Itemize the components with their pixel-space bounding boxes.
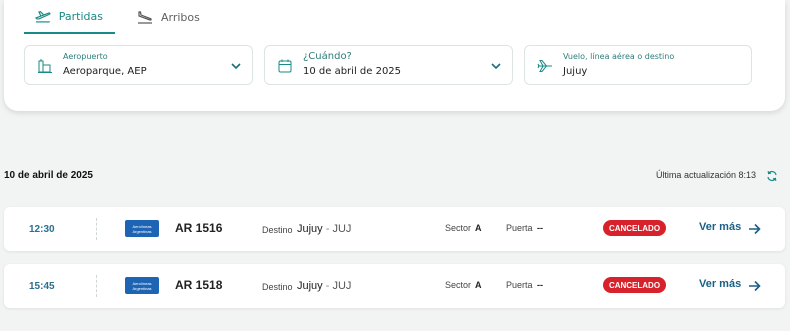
tab-arrivals-label: Arribos [161,10,200,24]
tab-arrivals[interactable]: Arribos [115,0,212,34]
direction-tabs: Partidas Arribos [24,0,212,34]
sector-label: Sector [445,223,472,233]
flight-time: 15:45 [29,281,55,292]
destination-code: JUJ [332,280,352,292]
sector-label: Sector [445,280,472,290]
terminal-icon [38,59,52,73]
airport-value: Aeroparque, AEP [63,66,147,77]
chevron-down-icon [231,63,241,70]
sector-value: A [475,280,482,290]
flight-row[interactable]: 15:45 Aerolíneas Argentinas AR 1518 Dest… [4,264,785,308]
plane-icon [537,60,552,72]
destination-city: Jujuy [297,280,323,292]
search-value: Jujuy [563,66,588,77]
destination-label: Destino [262,225,293,235]
destination: Jujuy - JUJ [297,223,351,235]
airline-logo: Aerolíneas Argentinas [125,220,159,237]
chevron-down-icon [491,63,501,70]
arrow-right-icon[interactable] [748,223,761,235]
status-badge: CANCELADO [603,220,666,236]
gate-label: Puerta [506,280,533,290]
flight-search-input[interactable]: Vuelo, línea aérea o destino Jujuy [524,45,752,85]
see-more-link[interactable]: Ver más [699,278,741,290]
row-divider [96,218,97,240]
airline-logo: Aerolíneas Argentinas [125,277,159,294]
last-update-text: Última actualización 8:13 [655,170,756,180]
see-more-link[interactable]: Ver más [699,221,741,233]
search-label: Vuelo, línea aérea o destino [563,52,675,61]
airport-select[interactable]: Aeropuerto Aeroparque, AEP [24,45,253,85]
date-value: 10 de abril de 2025 [303,66,402,77]
date-label: ¿Cuándo? [303,51,352,62]
gate-label: Puerta [506,223,533,233]
destination-city: Jujuy [297,223,323,235]
gate-value: -- [537,223,543,233]
destination-label: Destino [262,282,293,292]
airport-label: Aeropuerto [63,52,108,61]
destination-separator: - [322,280,333,292]
tab-departures[interactable]: Partidas [24,0,115,34]
destination-separator: - [322,223,333,235]
search-panel: Partidas Arribos Aeropuerto Aeroparque, … [4,0,785,111]
flight-number: AR 1518 [175,278,223,292]
gate-value: -- [537,280,543,290]
tab-departures-label: Partidas [58,9,103,23]
destination-code: JUJ [332,223,352,235]
refresh-icon[interactable] [766,170,778,182]
row-divider [96,275,97,297]
flight-number: AR 1516 [175,221,223,235]
results-date-heading: 10 de abril de 2025 [4,170,93,181]
arrow-right-icon[interactable] [748,280,761,292]
flight-time: 12:30 [29,224,55,235]
arrival-plane-icon [138,11,152,24]
flight-row[interactable]: 12:30 Aerolíneas Argentinas AR 1516 Dest… [4,207,785,251]
calendar-icon [278,59,292,73]
departure-plane-icon [35,11,51,23]
date-select[interactable]: ¿Cuándo? 10 de abril de 2025 [264,45,513,85]
sector-value: A [475,223,482,233]
status-badge: CANCELADO [603,277,666,293]
destination: Jujuy - JUJ [297,280,351,292]
